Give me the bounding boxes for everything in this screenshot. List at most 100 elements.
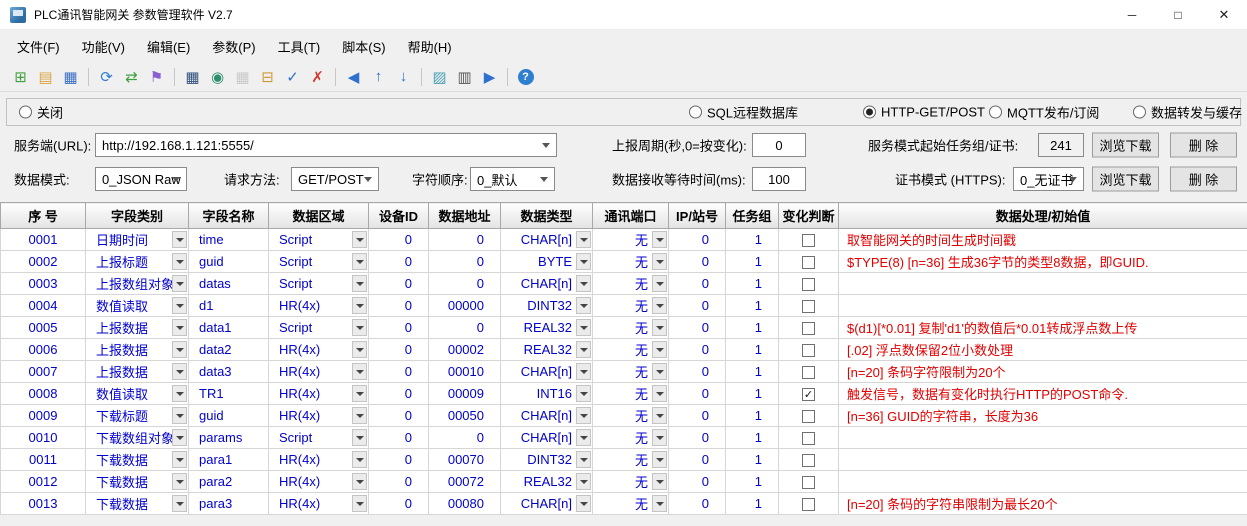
cell-device-id[interactable]: 0 [369, 251, 429, 273]
dropdown-arrow-icon[interactable] [652, 407, 667, 424]
dropdown-arrow-icon[interactable] [172, 297, 187, 314]
dropdown-arrow-icon[interactable] [172, 319, 187, 336]
column-header-3[interactable]: 数据区域 [269, 203, 369, 229]
cell-note[interactable] [839, 273, 1247, 295]
network-branch-icon[interactable]: ⇄ [120, 65, 143, 88]
cell-device-id[interactable]: 0 [369, 427, 429, 449]
change-checkbox[interactable] [802, 234, 815, 247]
menu-item-tool[interactable]: 工具(T) [267, 31, 332, 62]
dropdown-arrow-icon[interactable] [576, 297, 591, 314]
cell-note[interactable]: [n=36] GUID的字符串，长度为36 [839, 405, 1247, 427]
cell-port-combo[interactable]: 无 [593, 493, 669, 515]
cell-station[interactable]: 0 [669, 295, 726, 317]
dropdown-arrow-icon[interactable] [352, 319, 367, 336]
cell-port-combo[interactable]: 无 [593, 383, 669, 405]
cell-change-flag[interactable] [779, 229, 839, 251]
cell-region-combo[interactable]: Script [269, 317, 369, 339]
column-header-1[interactable]: 字段类别 [86, 203, 189, 229]
dropdown-arrow-icon[interactable] [652, 429, 667, 446]
save-icon[interactable]: ▦ [59, 65, 82, 88]
dropdown-arrow-icon[interactable] [652, 297, 667, 314]
cell-station[interactable]: 0 [669, 361, 726, 383]
cell-serial[interactable]: 0012 [1, 471, 86, 493]
cell-note[interactable] [839, 427, 1247, 449]
cell-change-flag[interactable] [779, 471, 839, 493]
apply-check-icon[interactable]: ✓ [281, 65, 304, 88]
dropdown-arrow-icon[interactable] [352, 231, 367, 248]
cell-address[interactable]: 00080 [429, 493, 501, 515]
cell-field-name[interactable]: guid [189, 251, 269, 273]
cell-serial[interactable]: 0010 [1, 427, 86, 449]
chevron-down-icon[interactable] [542, 143, 550, 148]
maximize-button[interactable]: □ [1155, 0, 1201, 29]
dropdown-arrow-icon[interactable] [652, 275, 667, 292]
cell-region-combo[interactable]: HR(4x) [269, 339, 369, 361]
barcode-icon[interactable]: ▥ [453, 65, 476, 88]
dropdown-arrow-icon[interactable] [352, 495, 367, 512]
cell-station[interactable]: 0 [669, 471, 726, 493]
cell-change-flag[interactable]: ✓ [779, 383, 839, 405]
cell-note[interactable]: [n=20] 条码字符限制为20个 [839, 361, 1247, 383]
dropdown-arrow-icon[interactable] [172, 495, 187, 512]
cell-field-name[interactable]: datas [189, 273, 269, 295]
dropdown-arrow-icon[interactable] [576, 385, 591, 402]
mode-radio-forward[interactable]: 数据转发与缓存 [1133, 103, 1242, 122]
cell-port-combo[interactable]: 无 [593, 251, 669, 273]
cell-device-id[interactable]: 0 [369, 493, 429, 515]
column-header-8[interactable]: IP/站号 [669, 203, 726, 229]
task-cert-browse-button[interactable]: 浏览下载 [1092, 133, 1159, 158]
close-button[interactable]: ✕ [1201, 0, 1247, 29]
dropdown-arrow-icon[interactable] [172, 363, 187, 380]
column-header-5[interactable]: 数据地址 [429, 203, 501, 229]
cell-change-flag[interactable] [779, 449, 839, 471]
cell-task-group[interactable]: 1 [726, 361, 779, 383]
cell-address[interactable]: 00010 [429, 361, 501, 383]
cell-port-combo[interactable]: 无 [593, 427, 669, 449]
change-checkbox[interactable] [802, 344, 815, 357]
menu-item-script[interactable]: 脚本(S) [331, 31, 396, 62]
dropdown-arrow-icon[interactable] [172, 231, 187, 248]
menu-item-param[interactable]: 参数(P) [201, 31, 266, 62]
cell-region-combo[interactable]: Script [269, 229, 369, 251]
cell-task-group[interactable]: 1 [726, 471, 779, 493]
chevron-down-icon[interactable] [172, 177, 180, 182]
cell-task-group[interactable]: 1 [726, 273, 779, 295]
cell-category-combo[interactable]: 数值读取 [86, 383, 189, 405]
cell-category-combo[interactable]: 下载标题 [86, 405, 189, 427]
dropdown-arrow-icon[interactable] [352, 407, 367, 424]
dropdown-arrow-icon[interactable] [576, 231, 591, 248]
cell-field-name[interactable]: para2 [189, 471, 269, 493]
cell-station[interactable]: 0 [669, 229, 726, 251]
cell-type-combo[interactable]: CHAR[n] [501, 405, 593, 427]
menu-item-edit[interactable]: 编辑(E) [136, 31, 201, 62]
cert-delete-button[interactable]: 删 除 [1170, 167, 1237, 192]
cell-note[interactable]: $TYPE(8) [n=36] 生成36字节的类型8数据，即GUID. [839, 251, 1247, 273]
cell-task-group[interactable]: 1 [726, 251, 779, 273]
dropdown-arrow-icon[interactable] [172, 341, 187, 358]
cell-category-combo[interactable]: 数值读取 [86, 295, 189, 317]
dropdown-arrow-icon[interactable] [652, 495, 667, 512]
cell-change-flag[interactable] [779, 361, 839, 383]
cell-category-combo[interactable]: 下载数组对象 [86, 427, 189, 449]
cell-region-combo[interactable]: HR(4x) [269, 361, 369, 383]
cell-region-combo[interactable]: HR(4x) [269, 493, 369, 515]
dropdown-arrow-icon[interactable] [652, 319, 667, 336]
chevron-down-icon[interactable] [540, 177, 548, 182]
cell-change-flag[interactable] [779, 493, 839, 515]
nav-up-icon[interactable]: ↑ [367, 65, 390, 88]
cell-address[interactable]: 00000 [429, 295, 501, 317]
cell-serial[interactable]: 0006 [1, 339, 86, 361]
cell-device-id[interactable]: 0 [369, 471, 429, 493]
cell-device-id[interactable]: 0 [369, 383, 429, 405]
cell-field-name[interactable]: d1 [189, 295, 269, 317]
mode-radio-off[interactable]: 关闭 [19, 103, 63, 122]
image-icon[interactable]: ▨ [428, 65, 451, 88]
dropdown-arrow-icon[interactable] [652, 385, 667, 402]
cell-serial[interactable]: 0005 [1, 317, 86, 339]
dropdown-arrow-icon[interactable] [352, 429, 367, 446]
cell-change-flag[interactable] [779, 405, 839, 427]
cell-note[interactable]: [n=20] 条码的字符串限制为最长20个 [839, 493, 1247, 515]
cell-region-combo[interactable]: HR(4x) [269, 295, 369, 317]
open-file-icon[interactable]: ▤ [34, 65, 57, 88]
add-folder-icon[interactable]: ⊟ [256, 65, 279, 88]
